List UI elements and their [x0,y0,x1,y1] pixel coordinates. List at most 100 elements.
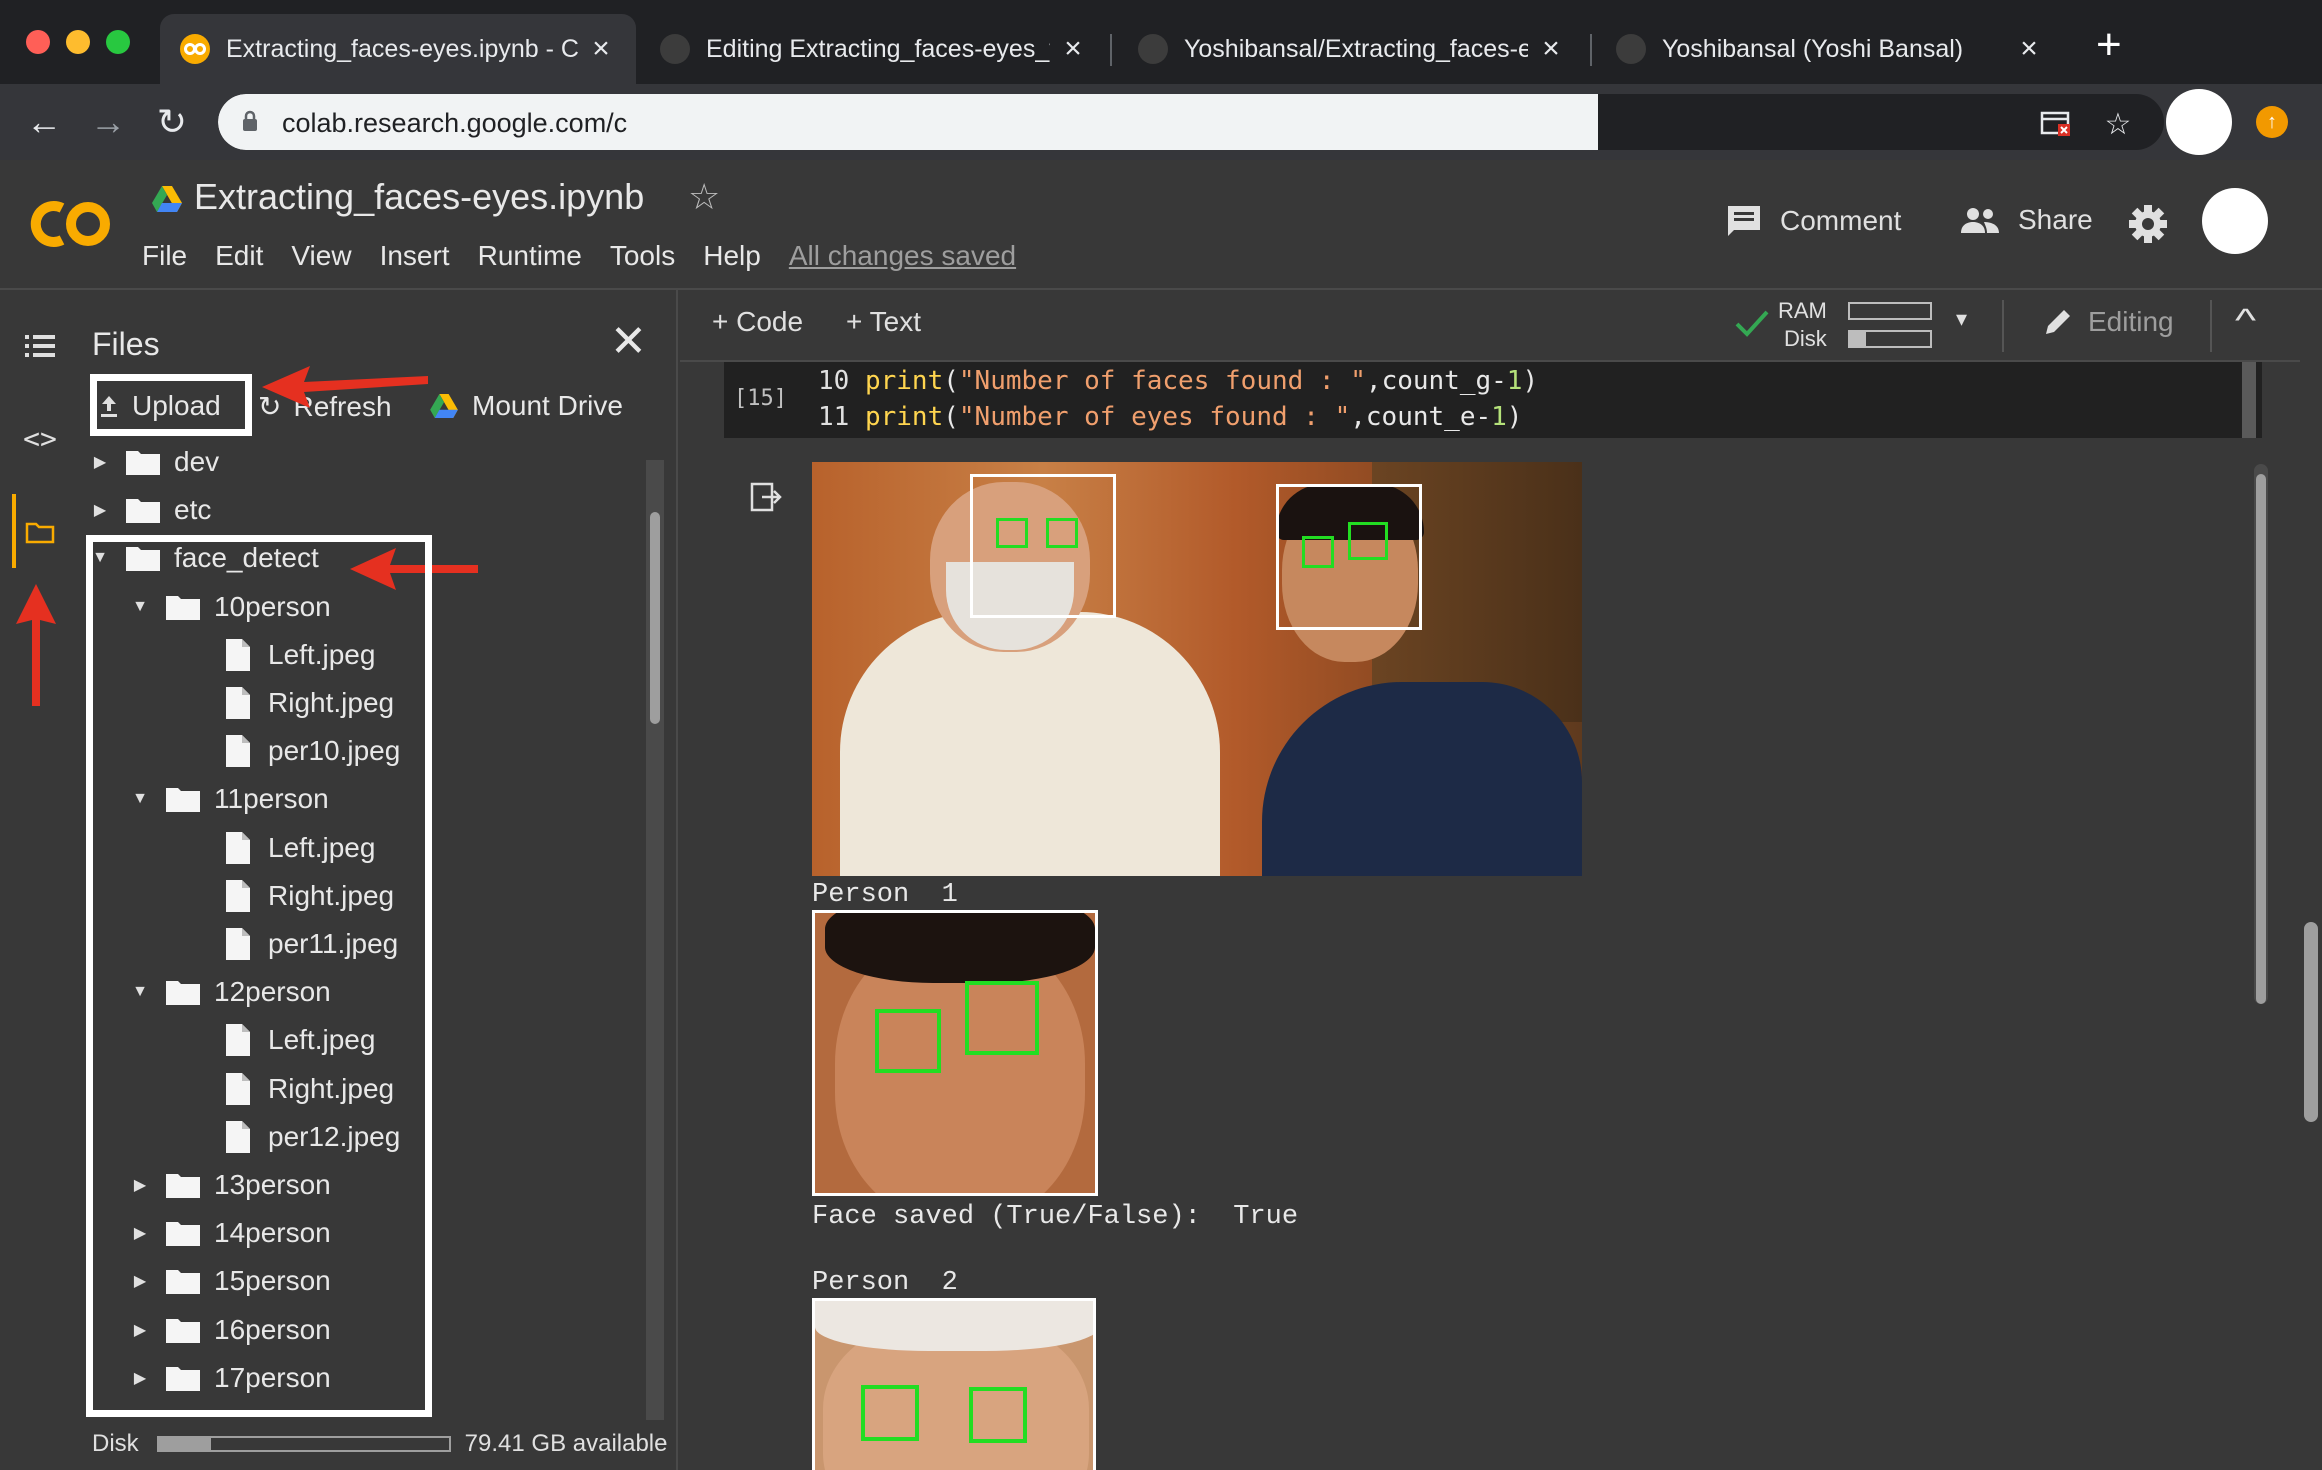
share-button[interactable]: Share [1960,204,2093,236]
reload-icon[interactable]: ↻ [150,100,194,144]
eye-bounding-box [861,1385,919,1441]
bookmark-star-icon[interactable]: ☆ [2100,106,2136,142]
ram-label: RAM [1778,298,1827,323]
menu-help[interactable]: Help [689,240,775,272]
maximize-window-button[interactable] [106,30,130,54]
chevron-right-icon[interactable]: ▶ [88,452,112,472]
colab-header: Extracting_faces-eyes.ipynb ☆ File Edit … [0,160,2322,290]
output-text-person-1: Person 1 [812,880,958,910]
add-code-button[interactable]: + Code [712,306,803,338]
notebook-title[interactable]: Extracting_faces-eyes.ipynb [194,176,644,218]
tree-highlight-box [86,535,432,1417]
close-tab-icon[interactable]: × [1536,32,1566,66]
google-drive-icon [152,186,182,212]
github-icon [660,34,690,64]
comment-button[interactable]: Comment [1726,204,1901,238]
editing-mode-button[interactable]: Editing [2042,306,2174,338]
tree-folder[interactable]: ▶ dev [88,438,219,486]
close-tab-icon[interactable]: × [586,32,616,66]
colab-logo[interactable] [28,196,112,252]
eye-bounding-box [969,1387,1027,1443]
cell-scrollbar[interactable] [2242,362,2256,438]
code-line[interactable]: 10 print("Number of faces found : ",coun… [818,366,1538,396]
add-code-label: Code [736,306,804,337]
back-arrow-icon[interactable]: ← [22,100,66,144]
disk-meter-fill [1850,332,1866,346]
comment-label: Comment [1780,205,1902,236]
code-string: "Number of faces found : " [958,366,1366,396]
menu-tools[interactable]: Tools [596,240,689,272]
tab-title: Extracting_faces-eyes.ipynb - C [226,34,578,63]
files-scrollbar-thumb[interactable] [650,512,660,724]
browser-profile-avatar[interactable] [2166,89,2232,155]
tab-title: Editing Extracting_faces-eyes_fr [706,34,1050,63]
menu-insert[interactable]: Insert [366,240,464,272]
page-scrollbar[interactable] [2300,290,2322,1470]
save-status[interactable]: All changes saved [789,240,1016,272]
toolbar-divider [2210,300,2212,352]
browser-tab-github-profile[interactable]: Yoshibansal (Yoshi Bansal) × [1596,14,2064,84]
left-rail: <> [0,290,80,1470]
browser-tab-bar: Extracting_faces-eyes.ipynb - C × Editin… [0,0,2322,84]
folder-icon [126,499,160,524]
menu-view[interactable]: View [277,240,365,272]
code-cell[interactable]: [15] 10 print("Number of faces found : "… [724,362,2262,438]
code-line[interactable]: 11 print("Number of eyes found : ",count… [818,402,1522,432]
github-icon [1616,34,1646,64]
menu-runtime[interactable]: Runtime [464,240,596,272]
output-image-face-1 [812,910,1098,1196]
blocked-popup-icon[interactable] [2038,106,2074,142]
new-tab-button[interactable]: + [2096,20,2122,70]
active-indicator [12,494,16,568]
close-icon[interactable]: ✕ [610,316,647,367]
comment-icon [1728,206,1760,236]
code-snippets-icon[interactable]: <> [20,418,60,458]
output-clear-icon[interactable] [750,480,784,514]
code-fn: print [864,402,944,432]
face-crop-hair [825,913,1095,983]
person-left-body [840,612,1220,876]
face-crop-hair [815,1301,1093,1351]
table-of-contents-icon[interactable] [20,326,60,366]
minimize-window-button[interactable] [66,30,90,54]
eye-bounding-box [965,981,1039,1055]
eye-bounding-box [1302,536,1334,568]
code-string: "Number of eyes found : " [958,402,1351,432]
disk-res-label: Disk [1784,326,1827,351]
cell-output: Person 1 Face saved (True/False): True P… [724,440,2284,1470]
close-tab-icon[interactable]: × [1058,32,1088,66]
notebook-toolbar: + Code + Text RAM Disk ▾ Editing ^ [680,290,2322,362]
tree-folder[interactable]: ▶ etc [88,486,212,534]
output-scrollbar-thumb[interactable] [2256,474,2266,1004]
mount-drive-label: Mount Drive [472,390,623,421]
chevron-down-icon[interactable]: ▾ [1956,306,1967,332]
menu-edit[interactable]: Edit [201,240,277,272]
gear-icon[interactable] [2128,204,2168,244]
eye-bounding-box [1046,518,1078,548]
mount-drive-button[interactable]: Mount Drive [430,390,623,422]
browser-tab-colab[interactable]: Extracting_faces-eyes.ipynb - C × [160,14,636,84]
add-text-button[interactable]: + Text [846,306,921,338]
close-window-button[interactable] [26,30,50,54]
files-panel: Files ✕ Upload ↻ Refresh Mount Drive ▶ de… [80,290,678,1470]
folder-icon[interactable] [20,512,60,552]
close-tab-icon[interactable]: × [2014,32,2044,66]
execution-count: [15] [734,386,787,411]
folder-icon [126,451,160,475]
account-avatar[interactable] [2202,188,2268,254]
person-right-body [1262,682,1582,876]
browser-tab-github-repo[interactable]: Yoshibansal/Extracting_faces-ey × [1118,14,1586,84]
forward-arrow-icon[interactable]: → [86,100,130,144]
output-image-face-2 [812,1298,1096,1470]
update-available-icon[interactable]: ↑ [2256,106,2288,138]
page-scrollbar-thumb[interactable] [2304,922,2318,1122]
star-icon[interactable]: ☆ [688,176,720,218]
chevron-right-icon[interactable]: ▶ [88,500,112,520]
github-icon [1138,34,1168,64]
address-bar[interactable]: colab.research.google.com/c ☆ [218,94,2164,150]
upload-button[interactable]: Upload [98,390,221,422]
collapse-chevron-icon[interactable]: ^ [2235,302,2256,339]
browser-tab-github-edit[interactable]: Editing Extracting_faces-eyes_fr × [640,14,1108,84]
disk-usage-fill [158,1438,211,1450]
menu-file[interactable]: File [142,240,201,272]
